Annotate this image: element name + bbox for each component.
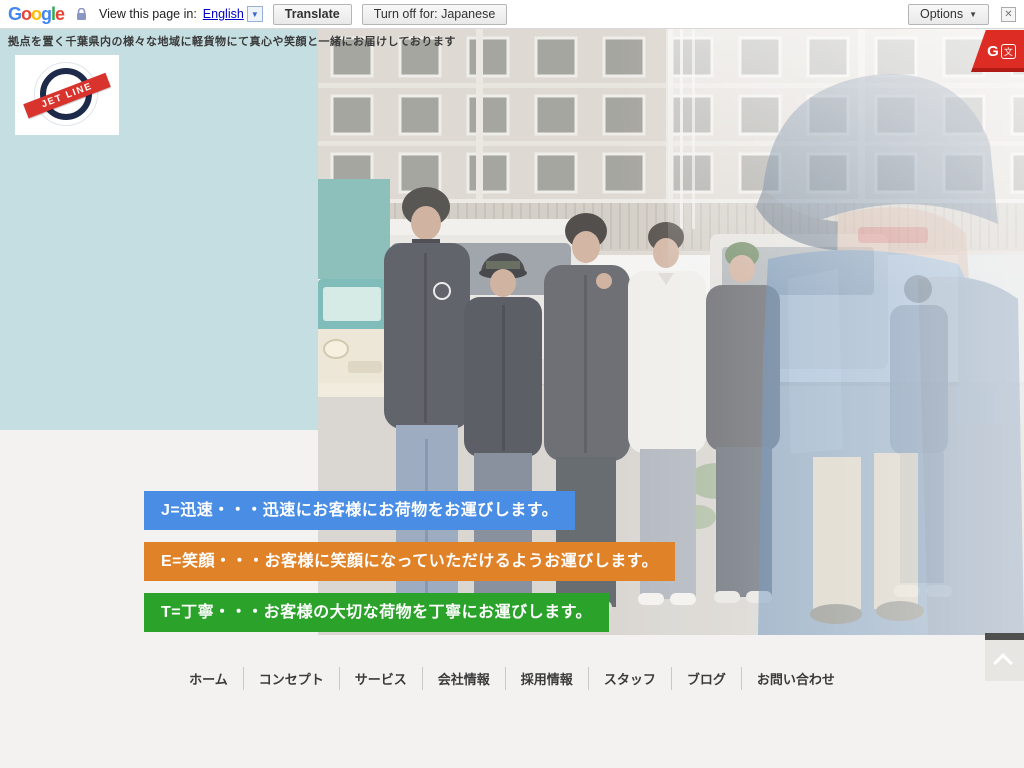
turn-off-button[interactable]: Turn off for: Japanese: [362, 4, 508, 25]
google-logo-letter: g: [41, 4, 51, 24]
nav-item-recruit[interactable]: 採用情報: [505, 667, 588, 690]
banner-smile: E=笑顔・・・お客様に笑顔になっていただけるようお運びします。: [144, 542, 675, 581]
nav-item-home[interactable]: ホーム: [174, 667, 243, 690]
scroll-top-bar: [985, 633, 1024, 640]
close-translate-bar-button[interactable]: ✕: [1001, 7, 1016, 22]
nav-item-concept[interactable]: コンセプト: [243, 667, 339, 690]
google-translate-bar: Google View this page in: English ▼ Tran…: [0, 0, 1024, 29]
lock-icon: [76, 8, 87, 21]
google-logo-letter: e: [55, 4, 64, 24]
site-logo[interactable]: JET LINE: [15, 55, 119, 135]
google-logo-letter: o: [21, 4, 31, 24]
scroll-to-top-button[interactable]: [985, 633, 1024, 681]
nav-item-blog[interactable]: ブログ: [671, 667, 741, 690]
options-label: Options: [920, 7, 963, 21]
nav-item-service[interactable]: サービス: [339, 667, 422, 690]
scroll-top-body: [985, 640, 1024, 681]
language-dropdown-button[interactable]: ▼: [247, 6, 263, 22]
banner-speed: J=迅速・・・迅速にお客様にお荷物をお運びします。: [144, 491, 575, 530]
main-navigation: ホーム コンセプト サービス 会社情報 採用情報 スタッフ ブログ お問い合わせ: [0, 662, 1024, 694]
chevron-up-icon: [993, 653, 1013, 673]
chevron-down-icon: ▼: [969, 10, 977, 19]
nav-item-staff[interactable]: スタッフ: [588, 667, 671, 690]
language-link[interactable]: English: [203, 7, 244, 21]
jetline-logo-mark: JET LINE: [31, 59, 103, 131]
site-tagline: 拠点を置く千葉県内の様々な地域に軽貨物にて真心や笑顔と一緒にお届けしております: [8, 33, 456, 49]
page: Google View this page in: English ▼ Tran…: [0, 0, 1024, 768]
nav-item-company[interactable]: 会社情報: [422, 667, 505, 690]
google-logo: Google: [8, 4, 64, 25]
banner-care: T=丁寧・・・お客様の大切な荷物を丁寧にお運びします。: [144, 593, 609, 632]
google-logo-letter: o: [31, 4, 41, 24]
translate-icon: 文: [1001, 44, 1016, 59]
view-page-label: View this page in:: [99, 7, 197, 21]
options-button[interactable]: Options ▼: [908, 4, 989, 25]
google-logo-letter: G: [8, 4, 21, 24]
translate-badge-g: G: [987, 43, 999, 60]
nav-item-contact[interactable]: お問い合わせ: [741, 667, 850, 690]
translate-button[interactable]: Translate: [273, 4, 352, 25]
